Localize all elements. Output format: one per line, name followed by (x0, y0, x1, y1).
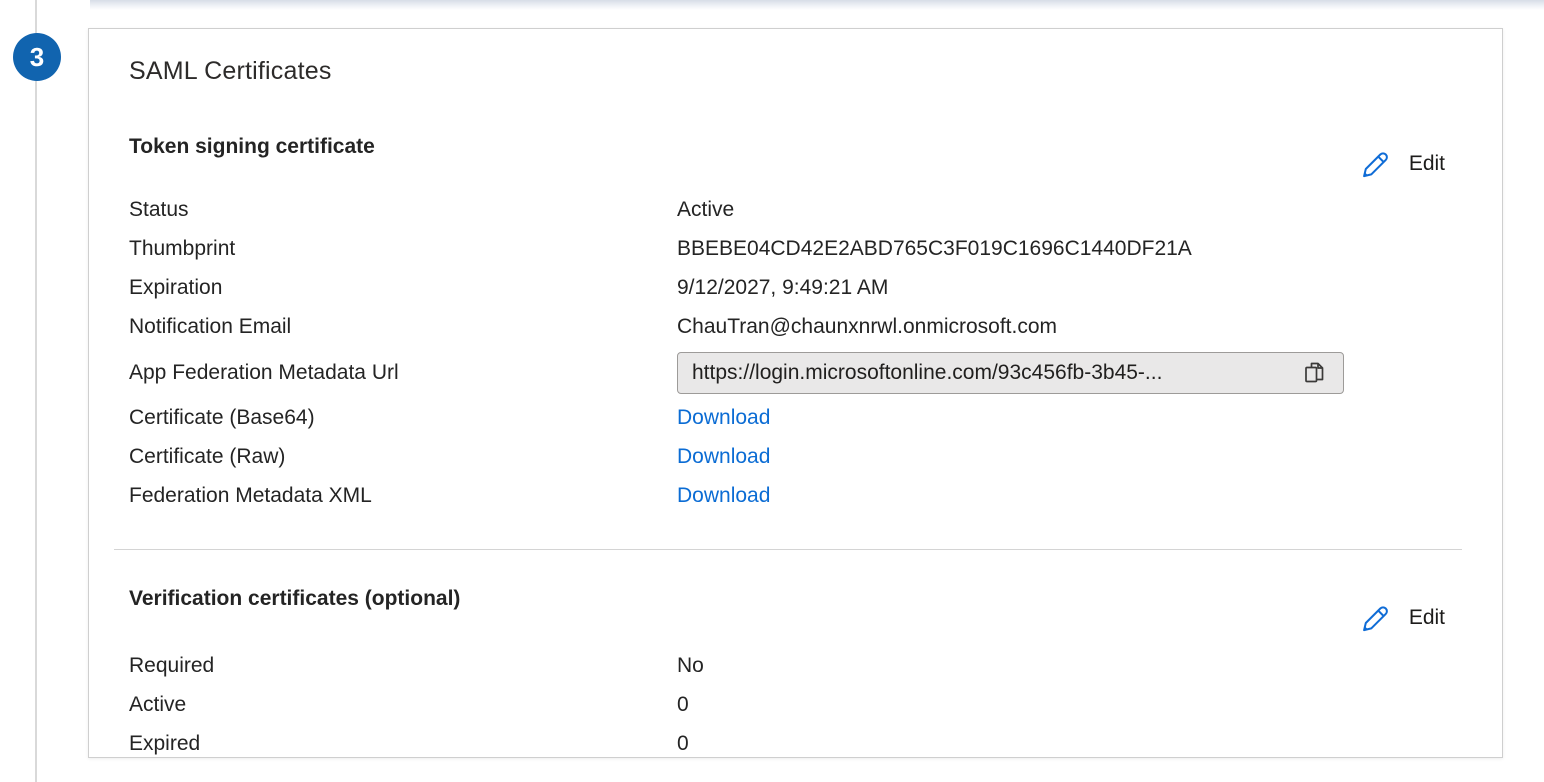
copy-icon[interactable] (1301, 360, 1327, 386)
pencil-icon (1359, 148, 1391, 180)
verification-certificates-section-header: Verification certificates (optional) Edi… (129, 586, 1462, 634)
download-federation-metadata-xml-link[interactable]: Download (677, 484, 770, 508)
federation-metadata-xml-label: Federation Metadata XML (129, 484, 677, 508)
expired-label: Expired (129, 732, 677, 756)
saml-certificates-card: SAML Certificates Token signing certific… (88, 28, 1503, 758)
token-signing-certificate-rows: Status Active Thumbprint BBEBE04CD42E2AB… (129, 191, 1462, 516)
step-number: 3 (30, 42, 44, 73)
notification-email-row: Notification Email ChauTran@chaunxnrwl.o… (129, 308, 1462, 347)
edit-verification-certificates-button[interactable]: Edit (1359, 602, 1445, 634)
active-row: Active 0 (129, 686, 1462, 725)
notification-email-label: Notification Email (129, 315, 677, 339)
previous-card-bottom-edge (90, 0, 1544, 10)
active-label: Active (129, 693, 677, 717)
token-signing-certificate-section-header: Token signing certificate Edit (129, 134, 1462, 180)
expiration-value: 9/12/2027, 9:49:21 AM (677, 276, 888, 300)
thumbprint-row: Thumbprint BBEBE04CD42E2ABD765C3F019C169… (129, 230, 1462, 269)
thumbprint-value: BBEBE04CD42E2ABD765C3F019C1696C1440DF21A (677, 237, 1192, 261)
expired-value: 0 (677, 732, 689, 756)
card-title: SAML Certificates (129, 57, 1462, 85)
required-row: Required No (129, 647, 1462, 686)
certificate-base64-row: Certificate (Base64) Download (129, 399, 1462, 438)
download-certificate-raw-link[interactable]: Download (677, 445, 770, 469)
thumbprint-label: Thumbprint (129, 237, 677, 261)
app-federation-metadata-url-row: App Federation Metadata Url https://logi… (129, 347, 1462, 399)
step-connector-line (35, 0, 37, 782)
app-federation-metadata-url-label: App Federation Metadata Url (129, 361, 677, 385)
verification-certificates-heading: Verification certificates (optional) (129, 586, 460, 612)
download-certificate-base64-link[interactable]: Download (677, 406, 770, 430)
certificate-raw-row: Certificate (Raw) Download (129, 438, 1462, 477)
certificate-base64-label: Certificate (Base64) (129, 406, 677, 430)
status-label: Status (129, 198, 677, 222)
token-signing-certificate-heading: Token signing certificate (129, 134, 375, 160)
status-row: Status Active (129, 191, 1462, 230)
verification-certificates-rows: Required No Active 0 Expired 0 (129, 647, 1462, 764)
federation-metadata-xml-row: Federation Metadata XML Download (129, 477, 1462, 516)
required-value: No (677, 654, 704, 678)
app-federation-metadata-url-value: https://login.microsoftonline.com/93c456… (692, 361, 1162, 385)
certificate-raw-label: Certificate (Raw) (129, 445, 677, 469)
edit-button-label: Edit (1409, 606, 1445, 630)
expired-row: Expired 0 (129, 725, 1462, 764)
active-value: 0 (677, 693, 689, 717)
notification-email-value: ChauTran@chaunxnrwl.onmicrosoft.com (677, 315, 1057, 339)
required-label: Required (129, 654, 677, 678)
app-federation-metadata-url-field[interactable]: https://login.microsoftonline.com/93c456… (677, 352, 1344, 394)
step-number-badge: 3 (13, 33, 61, 81)
section-divider (114, 549, 1462, 550)
pencil-icon (1359, 602, 1391, 634)
expiration-label: Expiration (129, 276, 677, 300)
edit-token-signing-certificate-button[interactable]: Edit (1359, 148, 1445, 180)
status-value: Active (677, 198, 734, 222)
expiration-row: Expiration 9/12/2027, 9:49:21 AM (129, 269, 1462, 308)
edit-button-label: Edit (1409, 152, 1445, 176)
